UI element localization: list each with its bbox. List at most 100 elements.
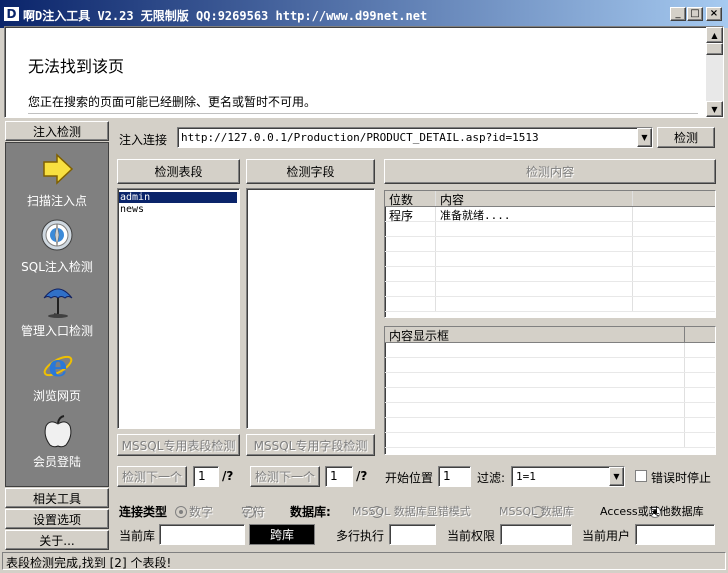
chevron-down-icon[interactable]: ▼	[609, 467, 624, 486]
multi-exec-field[interactable]	[389, 524, 436, 545]
start-position-input[interactable]: 1	[438, 466, 471, 487]
fields-counter-suffix: /?	[356, 469, 368, 483]
tables-counter-input[interactable]: 1	[193, 466, 219, 487]
scroll-down-arrow-icon[interactable]: ▼	[706, 101, 723, 117]
status-text: 表段检测完成,找到 [2] 个表段!	[6, 556, 172, 570]
current-user-field[interactable]	[635, 524, 715, 545]
list-item[interactable]: news	[119, 204, 237, 215]
chevron-down-icon[interactable]: ▼	[637, 128, 652, 147]
browser-divider	[28, 113, 698, 114]
tables-list[interactable]: admin news	[117, 188, 240, 429]
detect-fields-button[interactable]: 检测字段	[246, 159, 375, 184]
multi-exec-label: 多行执行	[336, 529, 385, 543]
browser-heading: 无法找到该页	[28, 57, 125, 76]
app-icon: D	[4, 7, 19, 21]
db-access-label: Access或其他数据库	[600, 505, 704, 518]
umbrella-icon	[43, 288, 73, 318]
mssql-fields-button[interactable]: MSSQL专用字段检测	[246, 434, 375, 456]
arrow-icon	[43, 153, 74, 185]
database-label: 数据库:	[290, 505, 331, 519]
url-label: 注入连接	[119, 133, 168, 147]
tab-related-tools[interactable]: 相关工具	[5, 488, 109, 508]
privilege-field[interactable]	[500, 524, 572, 545]
fields-list[interactable]	[246, 188, 375, 429]
window-title: 啊D注入工具 V2.23 无限制版 QQ:9269563 http://www.…	[23, 9, 428, 23]
tables-counter-suffix: /?	[222, 469, 234, 483]
tab-inject-detect[interactable]: 注入检测	[5, 121, 109, 141]
column-header[interactable]: 内容	[436, 191, 633, 207]
detect-button[interactable]: 检测	[657, 127, 715, 148]
current-db-label: 当前库	[119, 529, 156, 543]
detect-tables-button[interactable]: 检测表段	[117, 159, 240, 184]
svg-text:e: e	[48, 349, 67, 384]
display-header-label: 内容显示框	[385, 327, 685, 343]
cross-db-button[interactable]: 跨库	[249, 524, 315, 545]
table-row	[385, 267, 715, 282]
tables-counter-value: 1	[198, 469, 206, 483]
sidebar-item-member-login[interactable]: 会员登陆	[5, 414, 109, 472]
table-row	[385, 297, 715, 312]
sidebar-item-label: 扫描注入点	[26, 194, 87, 208]
content-display-box[interactable]: 内容显示框	[384, 326, 716, 455]
sidebar-item-admin-entry[interactable]: 管理入口检测	[5, 283, 109, 341]
filter-value: 1=1	[516, 470, 536, 483]
db-mssql-error-label: MSSQL 数据库显错模式	[352, 505, 471, 518]
column-header[interactable]: 位数	[385, 191, 436, 207]
sidebar-item-browse[interactable]: e 浏览网页	[5, 348, 109, 406]
stop-on-error-label: 错误时停止	[651, 471, 712, 485]
url-input[interactable]: http://127.0.0.1/Production/PRODUCT_DETA…	[177, 127, 653, 148]
filter-label: 过滤:	[477, 471, 506, 485]
sidebar-item-label: SQL注入检测	[21, 260, 93, 274]
content-table[interactable]: 位数 内容 程序 准备就绪....	[384, 190, 716, 318]
db-mssql-label: MSSQL 数据库	[499, 505, 574, 518]
current-user-label: 当前用户	[582, 529, 631, 543]
minimize-button[interactable]: _	[670, 7, 686, 21]
sidebar-item-sql-injection[interactable]: SQL注入检测	[5, 217, 109, 275]
table-header: 位数 内容	[385, 191, 715, 207]
list-item[interactable]: admin	[119, 192, 237, 203]
detect-content-button[interactable]: 检测内容	[384, 159, 716, 184]
conn-type-label: 连接类型	[119, 505, 168, 519]
browser-message: 您正在搜索的页面可能已经删除、更名或暂时不可用。	[28, 95, 317, 109]
browser-view[interactable]: 无法找到该页 您正在搜索的页面可能已经删除、更名或暂时不可用。 ▲ ▼	[4, 26, 724, 118]
table-row	[385, 252, 715, 267]
conn-type-number-radio[interactable]	[175, 505, 187, 518]
table-row	[385, 222, 715, 237]
start-position-value: 1	[443, 469, 451, 483]
table-cell: 程序	[385, 207, 436, 223]
table-row[interactable]: 程序 准备就绪....	[385, 207, 715, 223]
sidebar-item-scan-injection[interactable]: 扫描注入点	[5, 152, 109, 210]
tab-about[interactable]: 关于...	[5, 530, 109, 550]
ie-icon: e	[43, 349, 73, 384]
apple-icon	[44, 415, 72, 448]
display-header: 内容显示框	[385, 327, 715, 343]
conn-type-string-label: 字符	[241, 505, 266, 519]
scroll-thumb[interactable]	[706, 43, 723, 55]
title-bar: D 啊D注入工具 V2.23 无限制版 QQ:9269563 http://ww…	[0, 0, 728, 28]
filter-select[interactable]: 1=1 ▼	[511, 466, 625, 487]
sidebar-item-label: 管理入口检测	[20, 324, 93, 338]
tables-next-button[interactable]: 检测下一个	[117, 466, 187, 487]
conn-type-number-label: 数字	[189, 505, 214, 519]
maximize-button[interactable]: □	[687, 7, 703, 21]
url-value: http://127.0.0.1/Production/PRODUCT_DETA…	[181, 131, 539, 144]
fields-counter-value: 1	[330, 469, 338, 483]
sidebar-item-label: 会员登陆	[32, 455, 81, 469]
stop-on-error-checkbox[interactable]	[635, 470, 647, 482]
table-row	[385, 237, 715, 252]
fields-next-button[interactable]: 检测下一个	[250, 466, 320, 487]
table-cell: 准备就绪....	[436, 207, 633, 222]
tab-settings[interactable]: 设置选项	[5, 509, 109, 529]
browser-scrollbar[interactable]: ▲ ▼	[706, 27, 723, 117]
fields-counter-input[interactable]: 1	[325, 466, 353, 487]
current-db-field[interactable]	[159, 524, 245, 545]
compass-icon	[41, 219, 73, 251]
status-bar: 表段检测完成,找到 [2] 个表段!	[2, 552, 726, 570]
close-button[interactable]: ×	[706, 7, 722, 21]
privilege-label: 当前权限	[447, 529, 496, 543]
table-row	[385, 282, 715, 297]
sidebar-item-label: 浏览网页	[32, 389, 81, 403]
mssql-tables-button[interactable]: MSSQL专用表段检测	[117, 434, 240, 456]
scroll-up-arrow-icon[interactable]: ▲	[706, 27, 723, 43]
start-position-label: 开始位置	[385, 471, 434, 485]
